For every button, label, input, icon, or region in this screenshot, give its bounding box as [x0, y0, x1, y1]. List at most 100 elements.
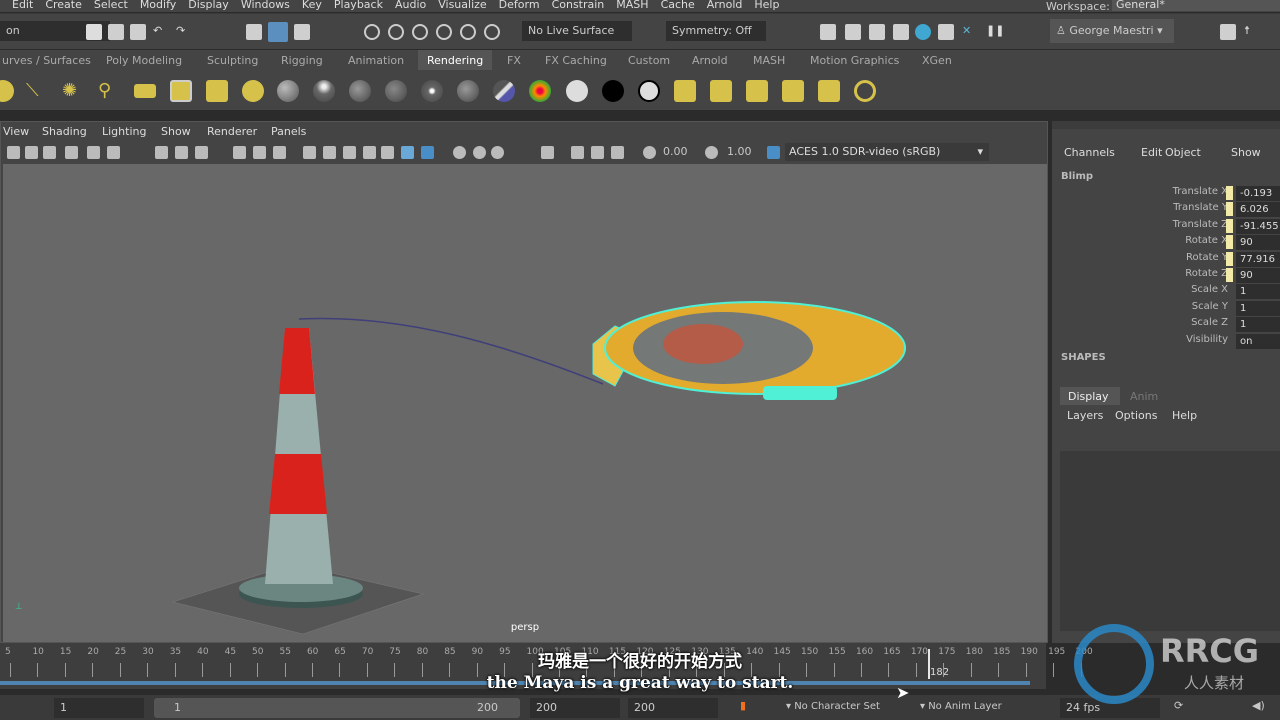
- tab-fx[interactable]: FX: [507, 54, 521, 67]
- menu-arnold[interactable]: Arnold: [701, 0, 749, 12]
- attr-value-field[interactable]: -0.193: [1236, 186, 1280, 201]
- render-settings-icon[interactable]: [893, 24, 909, 40]
- channel-menu-edit[interactable]: Edit: [1141, 146, 1162, 159]
- panel-menu-renderer[interactable]: Renderer: [207, 125, 257, 138]
- screen-space-ao-icon[interactable]: [453, 146, 466, 159]
- menu-display[interactable]: Display: [182, 0, 235, 12]
- snap-curve-icon[interactable]: [388, 24, 404, 40]
- menu-mash[interactable]: MASH: [610, 0, 654, 12]
- light-list-icon[interactable]: [242, 80, 264, 102]
- snap-bake-icon[interactable]: [484, 24, 500, 40]
- gamma-icon[interactable]: [705, 146, 718, 159]
- tab-animation[interactable]: Animation: [348, 54, 404, 67]
- menu-windows[interactable]: Windows: [235, 0, 296, 12]
- snap-grid-icon[interactable]: [364, 24, 380, 40]
- attr-value-field[interactable]: -91.455: [1236, 218, 1280, 234]
- attr-value-field[interactable]: 77.916: [1236, 251, 1280, 267]
- phong-material-icon[interactable]: [349, 80, 371, 102]
- live-surface-field[interactable]: No Live Surface: [522, 21, 632, 41]
- grid-icon[interactable]: [155, 146, 168, 159]
- light-editor-icon[interactable]: ✕: [962, 24, 978, 40]
- tab-mash[interactable]: MASH: [753, 54, 785, 67]
- default-material-icon[interactable]: [343, 146, 356, 159]
- xray-joints-icon[interactable]: [611, 146, 624, 159]
- menu-key[interactable]: Key: [296, 0, 328, 12]
- ramp-shader-icon[interactable]: [493, 80, 515, 102]
- menu-playback[interactable]: Playback: [328, 0, 389, 12]
- attr-value-field[interactable]: on: [1236, 333, 1280, 349]
- shapes-header[interactable]: SHAPES: [1061, 352, 1106, 363]
- exposure-icon[interactable]: [643, 146, 656, 159]
- surface-shader-icon[interactable]: [566, 80, 588, 102]
- select-object-icon[interactable]: [268, 22, 288, 42]
- render-sequence-icon[interactable]: [674, 80, 696, 102]
- lambert-material-icon[interactable]: [313, 80, 335, 102]
- volume-light-icon[interactable]: [170, 80, 192, 102]
- layer-menu-help[interactable]: Help: [1172, 409, 1197, 422]
- render-view-icon[interactable]: [820, 24, 836, 40]
- menu-deform[interactable]: Deform: [493, 0, 546, 12]
- pause-icon[interactable]: ❚❚: [986, 24, 1004, 40]
- toon-shader-icon[interactable]: [638, 80, 660, 102]
- attr-value-field[interactable]: 90: [1236, 268, 1280, 283]
- wireframe-on-shaded-icon[interactable]: [363, 146, 376, 159]
- use-background-icon[interactable]: [602, 80, 624, 102]
- render-frame-icon[interactable]: [845, 24, 861, 40]
- xray-icon[interactable]: [571, 146, 584, 159]
- open-scene-icon[interactable]: [108, 24, 124, 40]
- tab-custom[interactable]: Custom: [628, 54, 670, 67]
- select-hierarchy-icon[interactable]: [246, 24, 262, 40]
- hypershade-icon[interactable]: [915, 24, 931, 40]
- menu-audio[interactable]: Audio: [389, 0, 432, 12]
- camera-attr-icon[interactable]: [25, 146, 38, 159]
- layer-menu-options[interactable]: Options: [1115, 409, 1157, 422]
- isolate-select-icon[interactable]: [541, 146, 554, 159]
- menu-visualize[interactable]: Visualize: [432, 0, 492, 12]
- phong-e-material-icon[interactable]: [385, 80, 407, 102]
- anisotropic-material-icon[interactable]: [421, 80, 443, 102]
- directional-light-icon[interactable]: ⟍: [26, 80, 48, 102]
- render-sets-icon[interactable]: [818, 80, 840, 102]
- symmetry-dropdown[interactable]: Symmetry: Off: [666, 21, 766, 41]
- attr-value-field[interactable]: 1: [1236, 284, 1280, 300]
- grease-pencil-icon[interactable]: [87, 146, 100, 159]
- shadows-icon[interactable]: [421, 146, 434, 159]
- image-plane-icon[interactable]: [65, 146, 78, 159]
- channel-menu-object[interactable]: Object: [1165, 146, 1201, 159]
- safe-action-icon[interactable]: [253, 146, 266, 159]
- panel-menu-panels[interactable]: Panels: [271, 125, 306, 138]
- layer-list[interactable]: [1060, 451, 1280, 631]
- use-all-lights-icon[interactable]: [401, 146, 414, 159]
- tab-sculpting[interactable]: Sculpting: [207, 54, 258, 67]
- blinn-material-icon[interactable]: [277, 80, 299, 102]
- tab-xgen[interactable]: XGen: [922, 54, 952, 67]
- workspace-dropdown[interactable]: General*: [1112, 0, 1280, 11]
- save-scene-icon[interactable]: [130, 24, 146, 40]
- anti-aliasing-icon[interactable]: [491, 146, 504, 159]
- panel-menu-shading[interactable]: Shading: [42, 125, 87, 138]
- xray-active-icon[interactable]: [591, 146, 604, 159]
- anim-end-field[interactable]: 200: [628, 698, 718, 718]
- modeling-toolkit-icon[interactable]: [1220, 24, 1236, 40]
- gamma-value[interactable]: 1.00: [727, 145, 752, 158]
- select-component-icon[interactable]: [294, 24, 310, 40]
- spot-light-icon[interactable]: ⚲: [98, 80, 120, 102]
- motion-blur-icon[interactable]: [473, 146, 486, 159]
- new-scene-icon[interactable]: [86, 24, 102, 40]
- tab-poly-modeling[interactable]: Poly Modeling: [106, 54, 182, 67]
- tab-fx-caching[interactable]: FX Caching: [545, 54, 607, 67]
- resolution-gate-icon[interactable]: [195, 146, 208, 159]
- tab-motion-graphics[interactable]: Motion Graphics: [810, 54, 899, 67]
- tab-urves-surfaces[interactable]: urves / Surfaces: [2, 54, 91, 67]
- camera-icon[interactable]: [206, 80, 228, 102]
- tab-display[interactable]: Display: [1060, 387, 1120, 405]
- heat-shader-icon[interactable]: [529, 80, 551, 102]
- tab-anim[interactable]: Anim: [1130, 390, 1158, 403]
- field-chart-icon[interactable]: [233, 146, 246, 159]
- panel-menu-view[interactable]: View: [3, 125, 29, 138]
- menu-select[interactable]: Select: [88, 0, 134, 12]
- render-target-icon[interactable]: [854, 80, 876, 102]
- render-override-icon[interactable]: [782, 80, 804, 102]
- human-ik-icon[interactable]: ☨: [1244, 24, 1260, 40]
- anim-layer-dropdown[interactable]: ▾ No Anim Layer: [920, 701, 1002, 712]
